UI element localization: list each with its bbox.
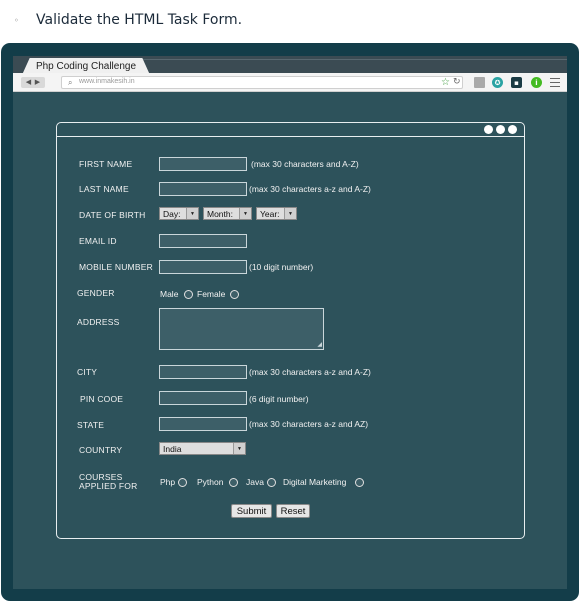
form-window-header xyxy=(57,123,524,137)
screenshot-frame: Php Coding Challenge ◀ ▶ ⌕ www.inmakesih… xyxy=(1,43,579,601)
url-text[interactable]: www.inmakesih.in xyxy=(79,78,135,85)
last-name-label: LAST NAME xyxy=(79,184,129,194)
course-php-radio[interactable] xyxy=(178,478,187,487)
course-java-radio[interactable] xyxy=(267,478,276,487)
course-digital-marketing-radio[interactable] xyxy=(355,478,364,487)
last-name-input[interactable] xyxy=(159,182,247,196)
window-dots-icon[interactable] xyxy=(484,125,517,134)
city-label: CITY xyxy=(77,367,98,377)
email-input[interactable] xyxy=(159,234,247,248)
task-text: Validate the HTML Task Form. xyxy=(36,12,243,28)
star-icon[interactable]: ☆ xyxy=(441,77,450,88)
mobile-label: MOBILE NUMBER xyxy=(79,262,153,272)
first-name-label: FIRST NAME xyxy=(79,159,133,169)
address-label: ADDRESS xyxy=(77,317,120,327)
pin-hint: (6 digit number) xyxy=(249,394,309,404)
forward-icon[interactable]: ▶ xyxy=(35,79,40,86)
back-icon[interactable]: ◀ xyxy=(26,79,31,86)
course-option-digital-marketing: Digital Marketing xyxy=(283,477,347,487)
teal-extension-icon[interactable]: ✪ xyxy=(492,77,503,88)
submit-button[interactable]: Submit xyxy=(231,504,272,518)
course-python-radio[interactable] xyxy=(229,478,238,487)
task-instruction: ◦ Validate the HTML Task Form. xyxy=(14,10,242,30)
pin-label: PIN COOE xyxy=(80,394,124,404)
city-hint: (max 30 characters a-z and A-Z) xyxy=(249,367,371,377)
gender-female-radio[interactable] xyxy=(230,290,239,299)
country-select[interactable]: India ▼ xyxy=(159,442,246,455)
chevron-down-icon: ▼ xyxy=(284,208,296,219)
search-icon: ⌕ xyxy=(68,78,73,87)
gender-male-radio[interactable] xyxy=(184,290,193,299)
browser-toolbar: ◀ ▶ ⌕ www.inmakesih.in ☆ ↻ ✪ ▪ i xyxy=(13,73,567,92)
dob-month-select[interactable]: Month: ▼ xyxy=(203,207,252,220)
back-forward-buttons[interactable]: ◀ ▶ xyxy=(21,77,45,88)
state-input[interactable] xyxy=(159,417,247,431)
gender-option-female: Female xyxy=(197,289,226,299)
gender-option-male: Male xyxy=(160,289,179,299)
mobile-hint: (10 digit number) xyxy=(249,262,314,272)
gender-label: GENDER xyxy=(77,288,115,298)
dob-label: DATE OF BIRTH xyxy=(79,210,146,220)
dark-extension-icon[interactable]: ▪ xyxy=(511,77,522,88)
reload-icon[interactable]: ↻ xyxy=(453,77,461,87)
course-option-python: Python xyxy=(197,477,224,487)
last-name-hint: (max 30 characters a-z and A-Z) xyxy=(249,184,371,194)
tab-bar-divider xyxy=(140,59,567,60)
dob-year-select[interactable]: Year: ▼ xyxy=(256,207,297,220)
course-option-java: Java xyxy=(246,477,264,487)
info-icon[interactable]: i xyxy=(531,77,542,88)
dob-year-value: Year: xyxy=(260,208,280,219)
form-window: FIRST NAME (max 30 characters and A-Z) L… xyxy=(56,122,525,539)
course-option-php: Php xyxy=(160,477,176,487)
tab-bar: Php Coding Challenge xyxy=(13,56,567,75)
resize-handle-icon[interactable]: ◢ xyxy=(317,342,322,348)
address-bar[interactable]: ⌕ www.inmakesih.in ☆ ↻ xyxy=(61,76,463,89)
pin-input[interactable] xyxy=(159,391,247,405)
chevron-down-icon: ▼ xyxy=(233,443,245,454)
country-value: India xyxy=(163,443,182,454)
mobile-input[interactable] xyxy=(159,260,247,274)
email-label: EMAIL ID xyxy=(79,236,117,246)
country-label: COUNTRY xyxy=(79,445,123,455)
chevron-down-icon: ▼ xyxy=(186,208,198,219)
city-input[interactable] xyxy=(159,365,247,379)
state-hint: (max 30 characters a-z and AZ) xyxy=(249,419,369,429)
dob-day-select[interactable]: Day: ▼ xyxy=(159,207,199,220)
address-textarea[interactable]: ◢ xyxy=(159,308,324,350)
first-name-input[interactable] xyxy=(159,157,247,171)
first-name-hint: (max 30 characters and A-Z) xyxy=(251,159,359,169)
browser-window: Php Coding Challenge ◀ ▶ ⌕ www.inmakesih… xyxy=(13,56,567,589)
menu-icon[interactable] xyxy=(549,77,560,88)
courses-label-line2: APPLIED FOR xyxy=(79,481,138,491)
tab-title: Php Coding Challenge xyxy=(35,61,137,72)
extension-icon[interactable] xyxy=(474,77,485,88)
reset-button[interactable]: Reset xyxy=(276,504,310,518)
state-label: STATE xyxy=(77,420,105,430)
bullet-icon: ◦ xyxy=(14,15,19,25)
dob-day-value: Day: xyxy=(163,208,181,219)
chevron-down-icon: ▼ xyxy=(239,208,251,219)
dob-month-value: Month: xyxy=(207,208,233,219)
